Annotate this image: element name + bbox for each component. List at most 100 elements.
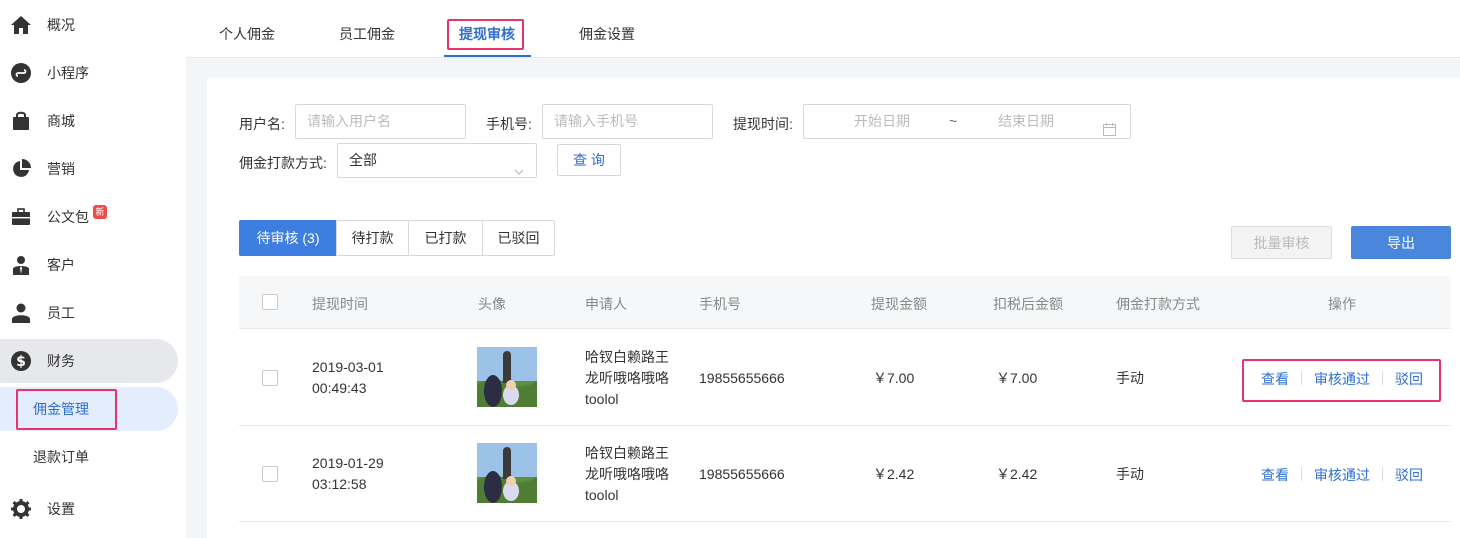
content-panel: 用户名: 请输入用户名 手机号: 请输入手机号 提现时间: 开始日期 ~ 结束日…: [207, 78, 1460, 538]
batch-review-button[interactable]: 批量审核: [1231, 226, 1332, 259]
withdraw-time-label: 提现时间:: [733, 116, 793, 132]
table-header: 提现时间 头像 申请人 手机号 提现金额 扣税后金额 佣金打款方式 操作: [239, 276, 1451, 329]
sidebar-item-label: 公文包: [47, 209, 89, 225]
user-icon: [10, 302, 32, 324]
tab-bar: 个人佣金 员工佣金 提现审核 佣金设置: [186, 0, 1460, 58]
row-checkbox[interactable]: [262, 370, 278, 386]
username-input[interactable]: 请输入用户名: [295, 104, 466, 139]
payment-method-value: 全部: [349, 152, 377, 168]
reject-link[interactable]: 驳回: [1395, 465, 1423, 485]
col-applicant: 申请人: [585, 296, 627, 312]
col-actions: 操作: [1328, 296, 1356, 312]
applicant-name-line1: 哈钗白赖路王: [585, 445, 669, 461]
end-date[interactable]: 结束日期: [998, 105, 1054, 138]
row-checkbox[interactable]: [262, 466, 278, 482]
payment-method-label: 佣金打款方式:: [239, 155, 327, 171]
pie-chart-icon: [10, 158, 32, 180]
after-tax-amount: ￥7.00: [996, 370, 1038, 386]
col-phone: 手机号: [699, 296, 741, 312]
payment-method: 手动: [1116, 370, 1144, 386]
sidebar-item-overview[interactable]: 概况: [0, 3, 178, 47]
sidebar-item-mini-program[interactable]: 小程序: [0, 51, 178, 95]
sidebar-item-mall[interactable]: 商城: [0, 99, 178, 143]
withdraw-clock: 03:12:58: [312, 476, 367, 492]
withdraw-date: 2019-03-01: [312, 359, 384, 375]
sidebar-item-label: 小程序: [47, 65, 89, 81]
briefcase-icon: [10, 206, 32, 228]
sidebar-item-staff[interactable]: 员工: [0, 291, 178, 335]
payment-method-select[interactable]: 全部: [337, 143, 537, 178]
approve-link[interactable]: 审核通过: [1314, 465, 1370, 485]
sidebar-item-label: 营销: [47, 161, 75, 177]
query-button[interactable]: 查 询: [557, 144, 621, 176]
applicant-name-line3: toolol: [585, 391, 619, 407]
applicant-name-line2: 龙听哦咯哦咯: [585, 466, 669, 482]
divider: [1301, 467, 1302, 481]
withdraw-date: 2019-01-29: [312, 455, 384, 471]
table-row: 2019-01-29 03:12:58 哈钗白赖路王 龙听哦咯哦咯 toolol…: [239, 426, 1451, 522]
phone-number: 19855655666: [699, 370, 785, 386]
avatar: [477, 347, 537, 407]
tab-staff-commission[interactable]: 员工佣金: [339, 24, 395, 44]
calendar-icon: [1103, 115, 1116, 136]
applicant-name-line2: 龙听哦咯哦咯: [585, 370, 669, 386]
col-withdraw-time: 提现时间: [312, 296, 368, 312]
withdraw-amount: ￥2.42: [873, 466, 915, 482]
export-button[interactable]: 导出: [1351, 226, 1451, 259]
col-avatar: 头像: [478, 296, 506, 312]
sidebar-item-label: 员工: [47, 305, 75, 321]
select-all-checkbox[interactable]: [262, 294, 278, 310]
phone-input[interactable]: 请输入手机号: [542, 104, 713, 139]
col-amount: 提现金额: [871, 296, 927, 312]
sidebar-item-marketing[interactable]: 营销: [0, 147, 178, 191]
customer-icon: [10, 254, 32, 276]
status-tab-paid[interactable]: 已打款: [408, 220, 483, 256]
tab-underline: [444, 55, 531, 57]
sidebar-item-label: 设置: [47, 501, 75, 517]
gear-icon: [10, 498, 32, 520]
shopping-bag-icon: [10, 110, 32, 132]
view-link[interactable]: 查看: [1261, 465, 1289, 485]
home-icon: [10, 14, 32, 36]
sidebar-item-customers[interactable]: 客户: [0, 243, 178, 287]
divider: [1382, 467, 1383, 481]
phone-number: 19855655666: [699, 466, 785, 482]
username-label: 用户名:: [239, 116, 285, 132]
sidebar-item-label: 财务: [47, 353, 75, 369]
sidebar-item-label: 退款订单: [33, 449, 89, 465]
sidebar-item-label: 商城: [47, 113, 75, 129]
date-range-picker[interactable]: 开始日期 ~ 结束日期: [803, 104, 1131, 139]
applicant-name-line1: 哈钗白赖路王: [585, 349, 669, 365]
col-payment-method: 佣金打款方式: [1116, 296, 1200, 312]
withdraw-amount: ￥7.00: [873, 370, 915, 386]
dollar-icon: $: [10, 350, 32, 372]
sidebar-item-briefcase[interactable]: 公文包: [0, 195, 178, 239]
avatar: [477, 443, 537, 503]
sidebar-subitem-refunds[interactable]: 退款订单: [0, 435, 178, 479]
start-date[interactable]: 开始日期: [854, 105, 910, 138]
new-badge: 新: [93, 205, 107, 219]
tab-personal-commission[interactable]: 个人佣金: [219, 24, 275, 44]
status-tab-pending-review[interactable]: 待审核 (3): [239, 220, 337, 256]
phone-label: 手机号:: [486, 116, 532, 132]
withdraw-clock: 00:49:43: [312, 380, 367, 396]
highlight-box: [1242, 359, 1441, 402]
col-after-tax: 扣税后金额: [993, 296, 1063, 312]
tab-commission-settings[interactable]: 佣金设置: [579, 24, 635, 44]
mini-program-icon: [10, 62, 32, 84]
chevron-down-icon: [514, 155, 524, 175]
svg-text:$: $: [16, 354, 26, 370]
after-tax-amount: ￥2.42: [996, 466, 1038, 482]
applicant-name-line3: toolol: [585, 487, 619, 503]
status-tab-rejected[interactable]: 已驳回: [482, 220, 555, 256]
sidebar-item-label: 概况: [47, 17, 75, 33]
highlight-box: [16, 389, 117, 430]
sidebar: 概况 小程序 商城 营销 公文包 新 客户 员工 $ 财务 佣金管理 退款订单 …: [0, 0, 186, 538]
range-separator: ~: [949, 113, 958, 129]
sidebar-item-label: 客户: [47, 257, 75, 273]
status-tab-pending-payment[interactable]: 待打款: [336, 220, 409, 256]
sidebar-item-settings[interactable]: 设置: [0, 487, 178, 531]
payment-method: 手动: [1116, 466, 1144, 482]
highlight-box: [447, 19, 524, 50]
sidebar-item-finance[interactable]: $ 财务: [0, 339, 178, 383]
